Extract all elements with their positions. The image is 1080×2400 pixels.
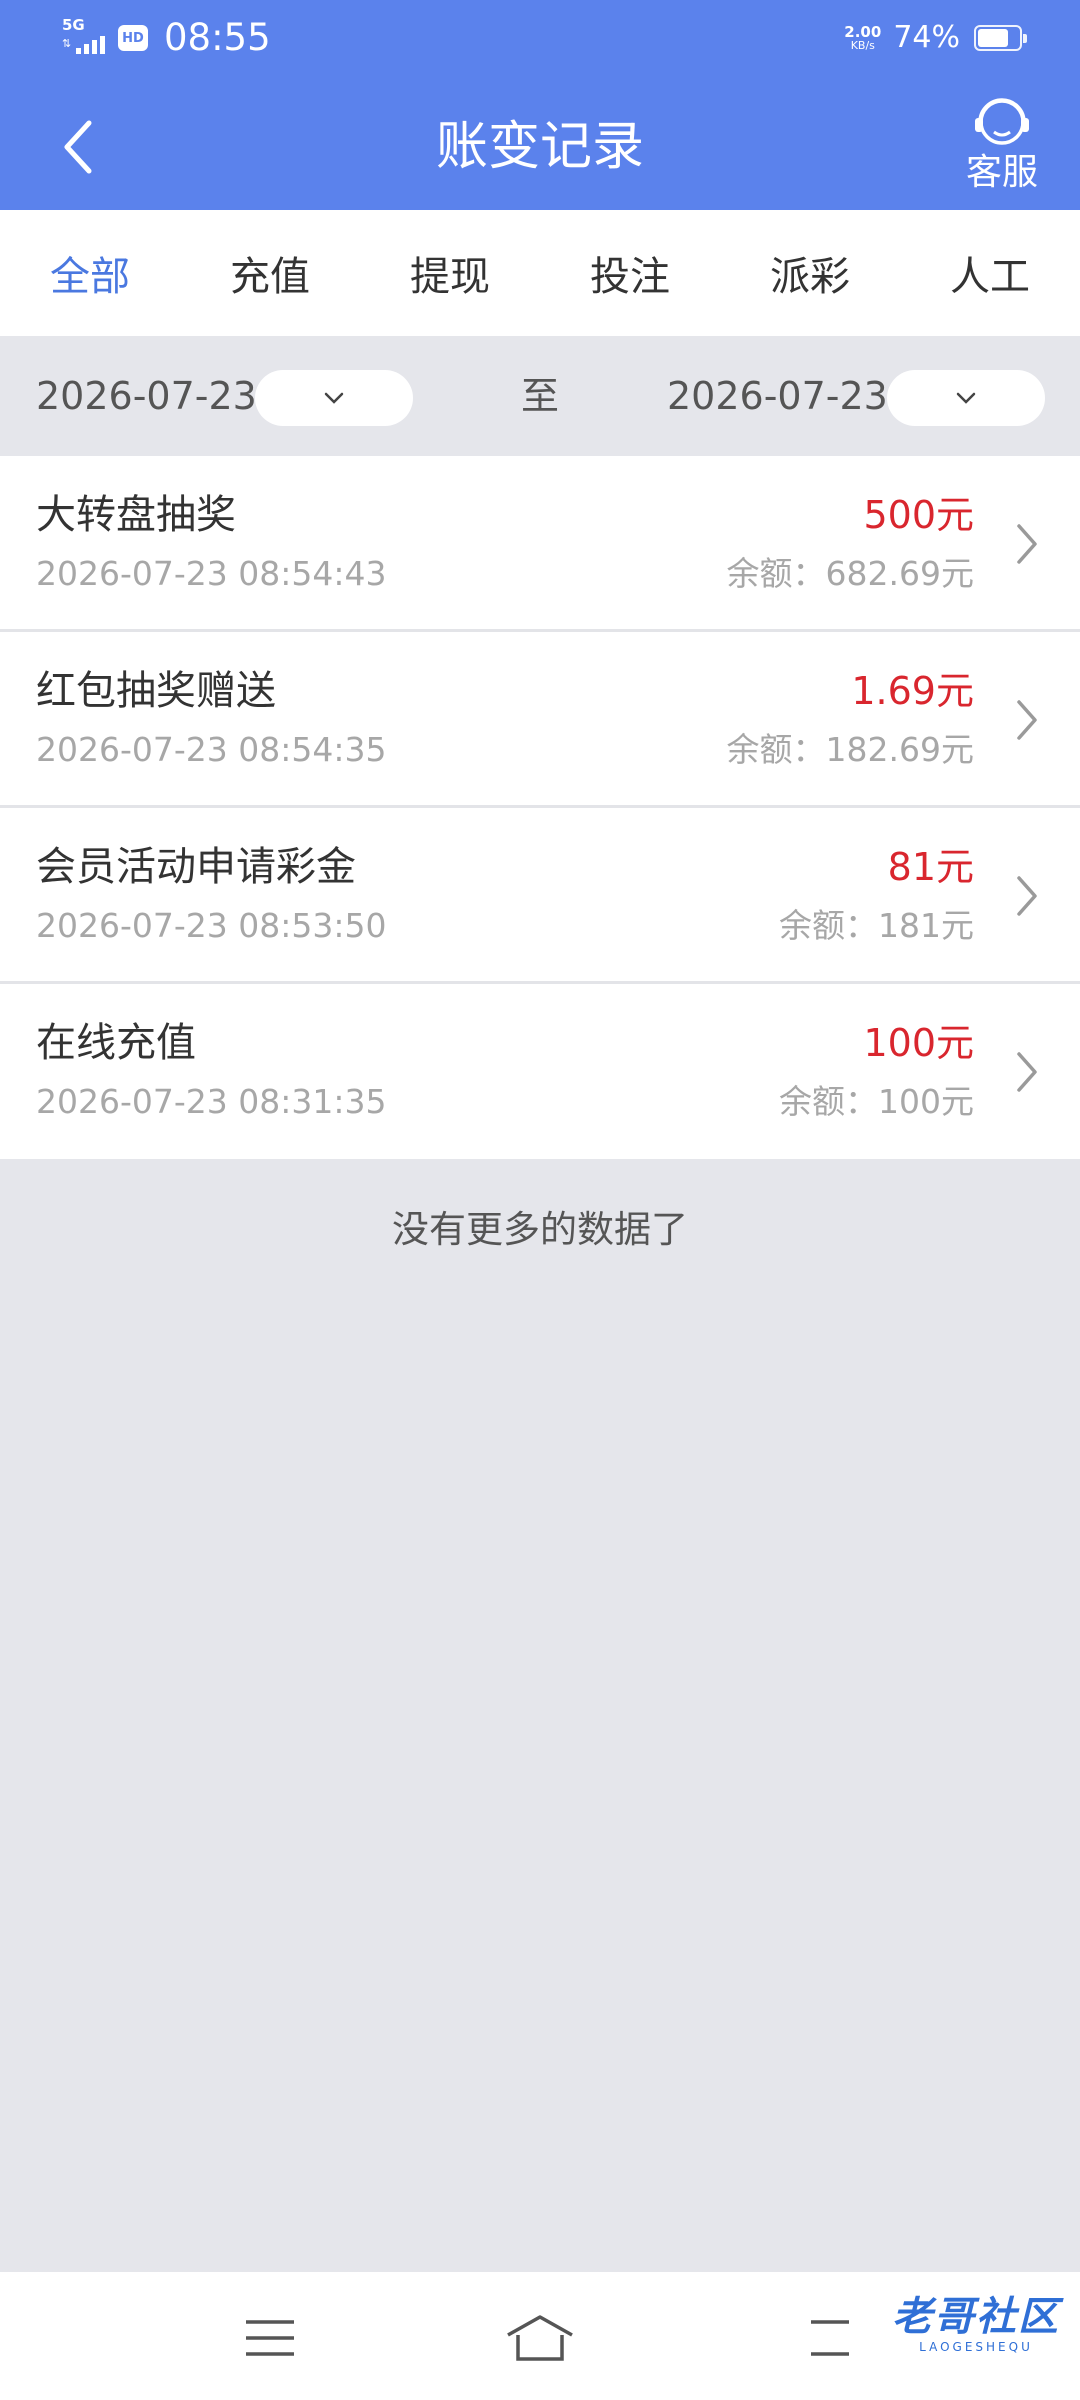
end-date-dropdown[interactable] [887, 370, 1045, 426]
customer-service-label: 客服 [965, 152, 1038, 193]
end-date[interactable]: 2026-07-23 [667, 373, 888, 419]
speed-unit: KB/s [850, 38, 875, 52]
watermark-subtext: LAOGESHEQU [919, 2340, 1033, 2354]
record-amount: 1.69元 [851, 669, 974, 713]
status-right: 2.00 KB/s 74% [844, 20, 1027, 55]
record-time: 2026-07-23 08:54:43 [36, 554, 387, 593]
tab-manual[interactable]: 人工 [900, 244, 1080, 302]
tab-withdraw[interactable]: 提现 [360, 244, 540, 302]
record-time: 2026-07-23 08:54:35 [36, 730, 387, 769]
system-nav-bar: 老哥社区 LAOGESHEQU [0, 2272, 1080, 2400]
tab-recharge[interactable]: 充值 [180, 244, 360, 302]
record-balance: 余额：100元 [779, 1082, 974, 1121]
list-item[interactable]: 会员活动申请彩金 2026-07-23 08:53:50 81元 余额：181元 [0, 808, 1080, 984]
record-title: 在线充值 [36, 1020, 196, 1066]
record-list: 大转盘抽奖 2026-07-23 08:54:43 500元 余额：682.69… [0, 456, 1080, 1159]
date-filter: 2026-07-23 至 2026-07-23 [0, 336, 1080, 456]
record-title: 红包抽奖赠送 [36, 668, 276, 714]
watermark-text: 老哥社区 [892, 2294, 1060, 2340]
start-date[interactable]: 2026-07-23 [36, 373, 257, 419]
tab-all[interactable]: 全部 [0, 244, 180, 302]
chevron-right-icon [1017, 876, 1037, 916]
battery-percent: 74% [893, 20, 960, 55]
status-time: 08:55 [164, 16, 271, 59]
battery-fill [978, 28, 1008, 47]
nav-bar: 账变记录 客服 [0, 84, 1080, 210]
record-amount: 100元 [863, 1021, 974, 1065]
list-item[interactable]: 大转盘抽奖 2026-07-23 08:54:43 500元 余额：682.69… [0, 456, 1080, 632]
headset-icon [975, 98, 1029, 145]
record-amount: 81元 [887, 845, 974, 889]
no-more-data-text: 没有更多的数据了 [392, 1208, 688, 1251]
record-balance: 余额：181元 [779, 906, 974, 945]
home-icon [507, 2315, 573, 2361]
record-title: 大转盘抽奖 [36, 492, 236, 538]
chevron-right-icon [1017, 1052, 1037, 1092]
chevron-right-icon [1017, 700, 1037, 740]
status-bar: 5G ⇅ HD 08:55 2.00 KB/s 74% [0, 0, 1080, 84]
list-item[interactable]: 在线充值 2026-07-23 08:31:35 100元 余额：100元 [0, 984, 1080, 1159]
battery-icon [974, 24, 1027, 51]
list-item[interactable]: 红包抽奖赠送 2026-07-23 08:54:35 1.69元 余额：182.… [0, 632, 1080, 808]
chevron-right-icon [1017, 524, 1037, 564]
chevron-down-icon [956, 392, 976, 404]
record-time: 2026-07-23 08:31:35 [36, 1082, 387, 1121]
app-header: 5G ⇅ HD 08:55 2.00 KB/s 74% 账变记录 客服 [0, 0, 1080, 210]
data-arrows-icon: ⇅ [62, 37, 72, 50]
speed-value: 2.00 [844, 22, 882, 41]
record-title: 会员活动申请彩金 [36, 844, 356, 890]
network-speed: 2.00 KB/s [844, 24, 881, 52]
page-title: 账变记录 [435, 117, 644, 177]
record-balance: 余额：182.69元 [726, 730, 974, 769]
tab-bet[interactable]: 投注 [540, 244, 720, 302]
start-date-dropdown[interactable] [255, 370, 413, 426]
network-type: 5G [62, 16, 85, 34]
customer-service-button[interactable]: 客服 [960, 94, 1044, 198]
back-nav-button[interactable] [790, 2308, 870, 2368]
record-amount: 500元 [863, 493, 974, 537]
signal-icon: 5G ⇅ [62, 18, 110, 58]
menu-icon [246, 2320, 294, 2356]
back-nav-icon [811, 2320, 849, 2356]
date-separator: 至 [521, 374, 560, 418]
record-balance: 余额：682.69元 [726, 554, 974, 593]
home-button[interactable] [500, 2308, 580, 2368]
hd-icon: HD [118, 25, 148, 51]
tab-payout[interactable]: 派彩 [720, 244, 900, 302]
status-left: 5G ⇅ HD 08:55 [62, 18, 271, 58]
signal-bars [76, 36, 105, 54]
watermark-logo: 老哥社区 LAOGESHEQU [892, 2294, 1060, 2354]
record-type-tabs: 全部 充值 提现 投注 派彩 人工 [0, 210, 1080, 336]
menu-button[interactable] [230, 2308, 310, 2368]
chevron-down-icon [324, 392, 344, 404]
record-time: 2026-07-23 08:53:50 [36, 906, 387, 945]
